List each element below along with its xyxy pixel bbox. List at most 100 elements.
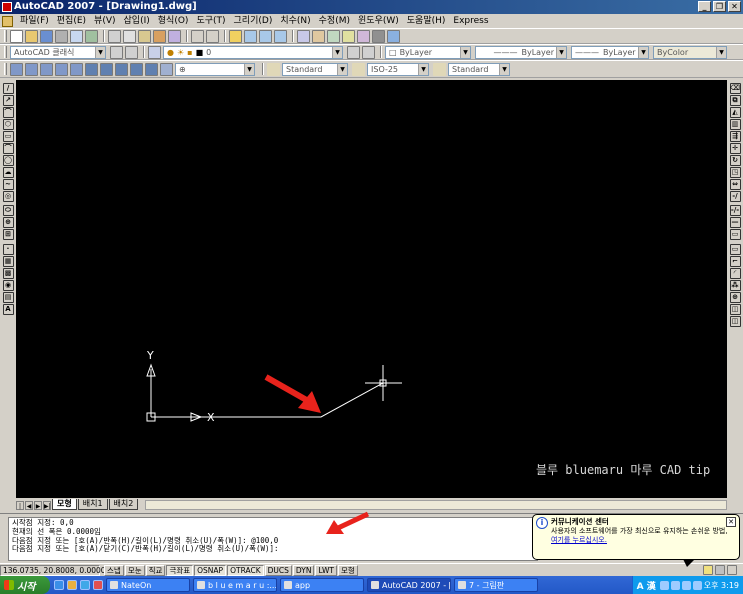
spline-icon[interactable]: ∼ (2, 178, 14, 190)
undo-icon[interactable] (191, 29, 204, 43)
properties-icon[interactable] (297, 29, 310, 43)
zoom-previous-icon[interactable] (274, 29, 287, 43)
plotstyle-combo[interactable]: ByColor ▼ (653, 45, 727, 59)
iso-view-icon[interactable] (55, 62, 68, 76)
offset-icon[interactable]: ▥ (729, 118, 741, 130)
tab-layout2[interactable]: 배치2 (108, 499, 139, 510)
messenger-icon[interactable] (692, 580, 702, 590)
ellipse-icon[interactable]: ◎ (2, 190, 14, 202)
visual-style-3d-icon[interactable] (100, 62, 113, 76)
grid-toggle[interactable]: 모눈 (124, 564, 145, 576)
menu-dimension[interactable]: 치수(N) (276, 14, 314, 28)
minimize-button[interactable]: _ (698, 1, 711, 12)
make-block-icon[interactable]: ⊞ (2, 229, 14, 240)
region-icon[interactable]: ◉ (2, 279, 14, 291)
menu-tools[interactable]: 도구(T) (192, 14, 229, 28)
menu-draw[interactable]: 그리기(D) (230, 14, 277, 28)
array-icon[interactable]: ⇶ (729, 130, 741, 142)
print-icon[interactable] (55, 29, 68, 43)
polyline-entity[interactable] (151, 382, 384, 418)
calculator-icon[interactable] (372, 29, 385, 43)
point-icon[interactable]: · (2, 243, 14, 255)
color-combo[interactable]: □ ByLayer ▼ (385, 45, 471, 59)
line-icon[interactable]: / (2, 82, 14, 94)
task-bluemaru[interactable]: b l u e m a r u :... (193, 578, 277, 592)
coordinate-readout[interactable]: 136.0735, 20.8008, 0.0000 (0, 564, 106, 576)
revision-cloud-icon[interactable]: ☁ (2, 166, 14, 178)
paste-icon[interactable] (138, 29, 151, 43)
status-menu-icon[interactable] (727, 565, 737, 575)
osnap-toggle[interactable]: OSNAP (194, 564, 227, 576)
lwt-toggle[interactable]: LWT (315, 564, 337, 576)
ducs-toggle[interactable]: DUCS (264, 564, 292, 576)
draw-order-icon[interactable]: ◫ (729, 303, 741, 315)
gradient-icon[interactable]: ▩ (2, 267, 14, 279)
mirror-icon[interactable]: ◭ (729, 106, 741, 118)
save-icon[interactable] (40, 29, 53, 43)
communication-center-balloon[interactable]: i 커뮤니케이션 센터 사용자의 소프트웨어를 가장 최신으로 유지하는 손쉬운… (532, 514, 740, 567)
horizontal-scrollbar[interactable] (145, 500, 727, 510)
visual-style-hidden-icon[interactable] (115, 62, 128, 76)
otrack-toggle[interactable]: OTRACK (227, 564, 264, 576)
tab-last-icon[interactable]: ▶| (43, 501, 51, 510)
tab-next-icon[interactable]: ▶ (34, 501, 42, 510)
tab-prev-icon[interactable]: ◀ (25, 501, 33, 510)
menu-format[interactable]: 형식(O) (154, 14, 193, 28)
lock-icon[interactable] (715, 565, 725, 575)
workspace-settings-icon[interactable] (110, 45, 123, 59)
table-style-icon[interactable] (433, 62, 446, 76)
tool-palettes-icon[interactable] (327, 29, 340, 43)
redo-icon[interactable] (206, 29, 219, 43)
layer-manager-icon[interactable] (148, 45, 161, 59)
text-style-icon[interactable] (267, 62, 280, 76)
menu-insert[interactable]: 삽입(I) (120, 14, 154, 28)
toolbar-grip[interactable] (4, 30, 7, 42)
circle-icon[interactable]: ◯ (2, 154, 14, 166)
pan-icon[interactable] (229, 29, 242, 43)
new-icon[interactable] (10, 29, 23, 43)
cut-icon[interactable] (108, 29, 121, 43)
tab-first-icon[interactable]: |◀ (16, 501, 24, 519)
textstyle-combo[interactable]: Standard ▼ (282, 62, 348, 76)
menu-help[interactable]: 도움말(H) (403, 14, 450, 28)
menu-express[interactable]: Express (449, 14, 492, 28)
zoom-window-icon[interactable] (259, 29, 272, 43)
chevron-down-icon[interactable]: ▼ (332, 46, 342, 58)
chevron-down-icon[interactable]: ▼ (244, 63, 254, 75)
snap-toggle[interactable]: 스냅 (104, 564, 124, 576)
chevron-down-icon[interactable]: ▼ (95, 46, 105, 58)
start-button[interactable]: 시작 (0, 576, 50, 594)
desktop-quicklaunch-icon[interactable] (80, 580, 90, 590)
table-icon[interactable]: ▤ (2, 291, 14, 303)
chevron-down-icon[interactable]: ▼ (499, 63, 509, 75)
autocad-app-icon[interactable] (2, 2, 12, 12)
restore-button[interactable]: ❐ (713, 1, 726, 12)
move-icon[interactable]: ✛ (729, 142, 741, 154)
plot-preview-icon[interactable] (70, 29, 83, 43)
my-workspace-icon[interactable] (125, 45, 138, 59)
make-layer-current-icon[interactable] (347, 45, 360, 59)
ucs-icon[interactable] (160, 62, 173, 76)
chevron-down-icon[interactable]: ▼ (460, 46, 470, 58)
media-quicklaunch-icon[interactable] (93, 580, 103, 590)
stretch-icon[interactable]: ⇔ (729, 178, 741, 190)
chamfer-icon[interactable]: ⌐ (729, 255, 741, 267)
chevron-down-icon[interactable]: ▼ (638, 46, 648, 58)
tablestyle-combo[interactable]: Standard ▼ (448, 62, 510, 76)
extend-icon[interactable]: -/- (729, 205, 741, 216)
iso-view-2-icon[interactable] (70, 62, 83, 76)
front-view-icon[interactable] (25, 62, 38, 76)
task-nateon[interactable]: NateOn (106, 578, 190, 592)
scale-icon[interactable]: ◳ (729, 166, 741, 178)
osnap-icon[interactable]: ⊕ (729, 291, 741, 303)
copy-icon[interactable] (123, 29, 136, 43)
balloon-link[interactable]: 여기를 누르십시오. (551, 536, 735, 545)
open-icon[interactable] (25, 29, 38, 43)
tab-layout1[interactable]: 배치1 (77, 499, 108, 510)
menu-file[interactable]: 파일(F) (16, 14, 53, 28)
linetype-combo[interactable]: ——— ByLayer ▼ (475, 45, 567, 59)
polyline-icon[interactable]: ⌒ (2, 106, 14, 118)
model-toggle[interactable]: 모형 (337, 564, 358, 576)
task-paint[interactable]: 7 - 그림판 (454, 578, 538, 592)
polar-toggle[interactable]: 극좌표 (166, 564, 194, 576)
